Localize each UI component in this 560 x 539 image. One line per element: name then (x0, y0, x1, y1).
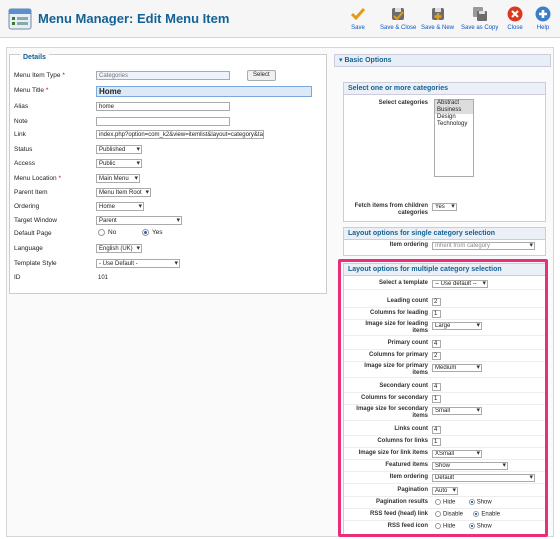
alias-label: Alias (14, 103, 29, 110)
details-legend: Details (20, 54, 49, 61)
parent-item-select[interactable]: Menu Item Root (96, 188, 151, 197)
menu-location-row: Menu Location * Main Menu (14, 174, 314, 185)
language-row: Language English (UK) (14, 244, 314, 255)
menu-title-input[interactable]: Home (96, 86, 312, 97)
access-row: Access Public (14, 159, 314, 170)
menu-item-type-row: Menu Item Type * Categories Select (14, 70, 314, 82)
help-label: Help (536, 25, 550, 31)
default-no-radio[interactable] (98, 229, 105, 236)
highlight-frame (338, 259, 548, 537)
select-categories-label: Select categories (378, 100, 428, 106)
save-button[interactable]: Save (350, 6, 366, 31)
single-item-ordering-select[interactable]: Inherit from category (432, 242, 535, 250)
required-star: * (45, 87, 49, 94)
link-row: Link index.php?option=com_k2&view=itemli… (14, 130, 314, 141)
note-row: Note (14, 117, 314, 128)
single-category-box: Layout options for single category selec… (343, 227, 546, 256)
default-page-radios: No Yes (98, 229, 163, 236)
save-new-button[interactable]: Save & New (421, 6, 454, 31)
save-copy-label: Save as Copy (461, 25, 499, 31)
basic-options-header[interactable]: ▾ Basic Options (334, 54, 551, 67)
close-icon (507, 6, 523, 22)
toolbar-header: Menu Manager: Edit Menu Item Save Save &… (0, 0, 560, 38)
category-option[interactable]: Business (435, 107, 473, 114)
save-new-label: Save & New (421, 25, 455, 31)
save-close-icon (392, 8, 405, 21)
alias-row: Alias home (14, 102, 314, 113)
target-window-row: Target Window Parent (14, 216, 314, 227)
target-window-label: Target Window (14, 217, 57, 224)
template-style-label: Template Style (14, 260, 57, 267)
language-label: Language (14, 245, 43, 252)
save-close-label: Save & Close (380, 25, 417, 31)
menu-location-select[interactable]: Main Menu (96, 174, 140, 183)
status-row: Status Published (14, 145, 314, 156)
alias-input[interactable]: home (96, 102, 230, 111)
menu-title-row: Menu Title * Home (14, 86, 314, 97)
save-copy-icon (472, 7, 487, 21)
basic-options-title: Basic Options (344, 57, 392, 64)
access-select[interactable]: Public (96, 159, 142, 168)
template-style-select[interactable]: - Use Default - (96, 259, 180, 268)
default-yes-radio[interactable] (141, 229, 149, 236)
single-item-ordering-row: Item ordering Inherit from category (344, 241, 545, 252)
required-star: * (62, 72, 65, 79)
id-row: ID 101 (14, 273, 314, 284)
id-label: ID (14, 274, 21, 281)
categories-box: Select one or more categories Select cat… (343, 82, 546, 222)
parent-item-label: Parent Item (14, 189, 48, 196)
note-label: Note (14, 118, 28, 125)
link-label: Link (14, 131, 26, 138)
required-star: * (58, 175, 61, 182)
close-button[interactable]: Close (507, 6, 523, 31)
single-item-ordering-label: Item ordering (389, 242, 428, 248)
save-label: Save (351, 25, 365, 31)
menu-location-label: Menu Location (14, 175, 57, 182)
menu-title-label: Menu Title (14, 87, 44, 94)
ordering-label: Ordering (14, 203, 40, 210)
status-select[interactable]: Published (96, 145, 142, 154)
default-yes-label: Yes (151, 229, 163, 237)
note-input[interactable] (96, 117, 230, 126)
categories-listbox[interactable]: Abstract Business Design Technology (434, 99, 474, 177)
help-button[interactable]: Help (535, 6, 551, 31)
help-icon (535, 6, 551, 22)
save-new-icon (431, 8, 444, 20)
checkmark-icon (350, 8, 366, 21)
menu-manager-icon (8, 8, 32, 30)
template-style-row: Template Style - Use Default - (14, 259, 314, 270)
fetch-children-label: Fetch items from children categories (354, 203, 428, 216)
default-no-label: No (108, 229, 117, 237)
access-label: Access (14, 160, 35, 167)
parent-item-row: Parent Item Menu Item Root (14, 188, 314, 199)
language-select[interactable]: English (UK) (96, 244, 142, 253)
close-label: Close (507, 25, 523, 31)
id-value: 101 (98, 275, 109, 281)
ordering-select[interactable]: Home (96, 202, 144, 211)
default-page-label: Default Page (14, 230, 52, 237)
target-window-select[interactable]: Parent (96, 216, 182, 225)
menu-item-type-label: Menu Item Type (14, 72, 61, 79)
menu-item-type-field: Categories (96, 71, 230, 80)
select-type-button[interactable]: Select (247, 70, 276, 81)
page-title: Menu Manager: Edit Menu Item (38, 11, 230, 26)
status-label: Status (14, 146, 33, 153)
category-option[interactable]: Design (435, 114, 473, 121)
category-option[interactable]: Technology (435, 121, 473, 128)
save-close-button[interactable]: Save & Close (380, 6, 416, 31)
categories-box-title: Select one or more categories (344, 83, 545, 95)
link-input[interactable]: index.php?option=com_k2&view=itemlist&la… (96, 130, 264, 139)
ordering-row: Ordering Home (14, 202, 314, 213)
fetch-children-select[interactable]: Yes (432, 203, 457, 211)
save-copy-button[interactable]: Save as Copy (461, 6, 498, 31)
single-category-title: Layout options for single category selec… (344, 228, 545, 240)
category-option[interactable]: Abstract (435, 100, 473, 107)
default-page-row: Default Page No Yes (14, 229, 314, 240)
